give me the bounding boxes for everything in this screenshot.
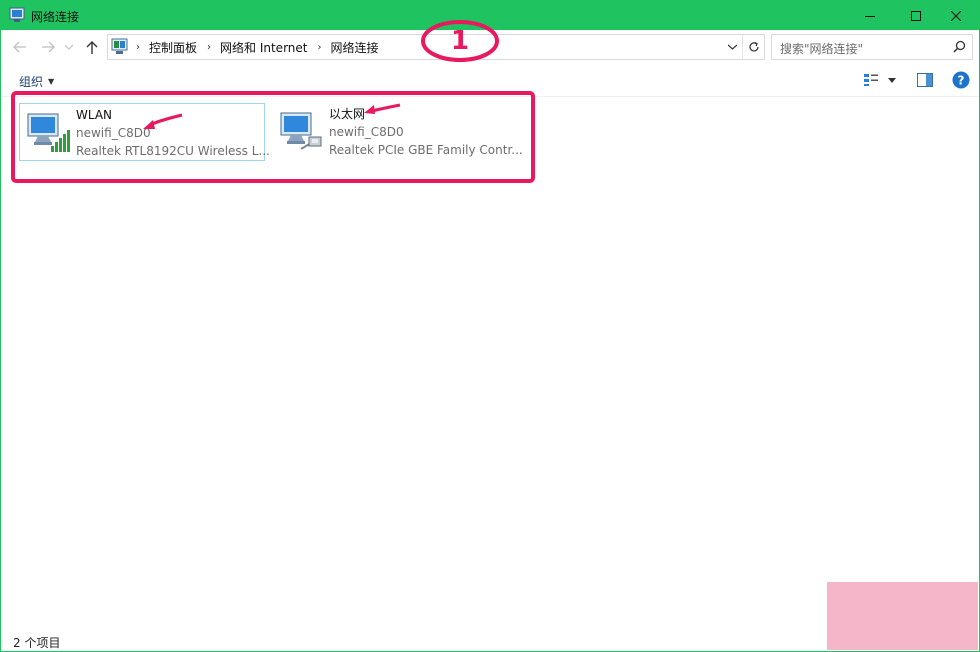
window-title: 网络连接 [31,10,80,24]
arrow-left-icon [13,41,26,53]
preview-pane-icon [917,73,933,87]
preview-pane-button[interactable] [915,72,935,88]
refresh-icon [749,41,759,52]
help-icon: ? [952,71,970,89]
search-input[interactable]: 搜索"网络连接" [780,40,863,57]
organize-label: 组织 [19,75,44,89]
breadcrumb-separator[interactable]: › [207,42,211,53]
breadcrumb-network-internet[interactable]: 网络和 Internet [220,39,307,56]
recent-locations-button[interactable] [63,38,75,56]
breadcrumb-control-panel[interactable]: 控制面板 [149,39,197,56]
annotation-step-number: 1 [450,26,470,56]
annotation-step-marker: 1 [420,19,500,63]
maximize-icon [911,10,921,21]
network-connections-icon [9,7,25,22]
view-options-button[interactable] [861,72,881,88]
up-button[interactable] [83,38,101,56]
svg-text:?: ? [958,74,965,88]
annotation-arrow-icon [143,113,183,129]
breadcrumb-separator: › [136,41,140,53]
control-panel-icon [111,38,128,54]
view-dropdown-button[interactable] [885,72,899,88]
close-icon [951,10,961,21]
minimize-icon [865,15,875,17]
arrow-right-icon [42,41,55,53]
help-button[interactable]: ? [951,71,971,89]
breadcrumb: › 控制面板 › 网络和 Internet › 网络连接 [134,35,387,59]
arrow-up-icon [86,41,98,54]
forward-button[interactable] [39,38,57,56]
search-box[interactable]: 搜索"网络连接" [771,34,973,60]
details-view-icon [864,74,878,86]
minimize-button[interactable] [847,1,893,30]
annotation-arrow-icon [364,103,401,114]
annotation-highlight-box [11,91,535,183]
close-button[interactable] [933,1,979,30]
caret-down-icon: ▼ [48,77,55,86]
organize-menu-button[interactable]: 组织 ▼ [19,73,54,90]
breadcrumb-separator[interactable]: › [317,42,321,53]
address-dropdown-button[interactable] [722,35,742,59]
caret-down-icon [888,77,896,83]
chevron-down-icon [65,44,73,50]
item-count: 2 个项目 [13,636,61,650]
chevron-down-icon [727,44,737,50]
search-icon[interactable] [953,40,966,53]
refresh-button[interactable] [742,35,765,59]
breadcrumb-network-connections[interactable]: 网络连接 [330,39,378,56]
watermark-overlay [827,582,978,650]
back-button[interactable] [11,38,29,56]
